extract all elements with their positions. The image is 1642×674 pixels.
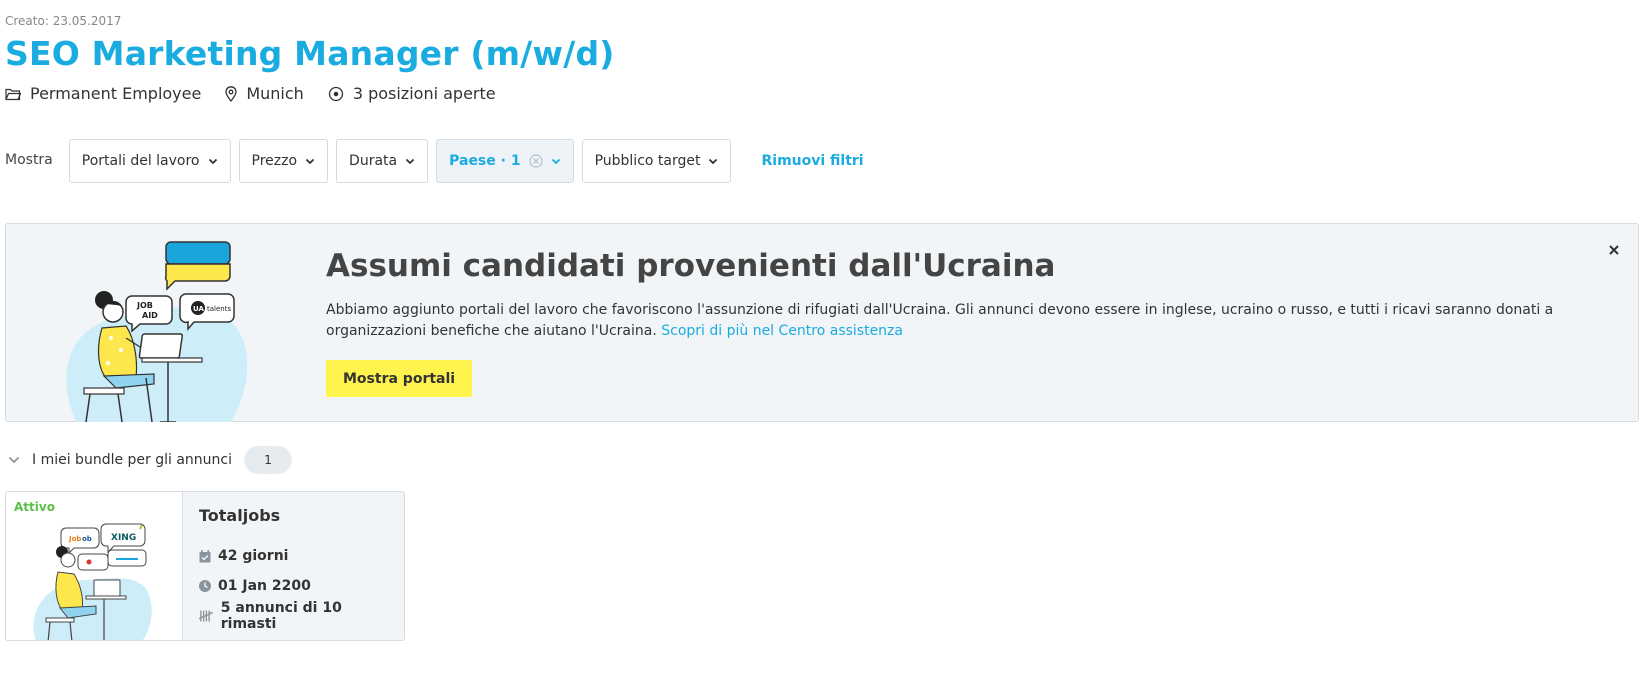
chevron-down-icon bbox=[551, 158, 560, 164]
filter-duration[interactable]: Durata bbox=[336, 139, 429, 183]
show-portals-button[interactable]: Mostra portali bbox=[326, 360, 473, 397]
target-icon bbox=[328, 86, 343, 101]
bubble-job-aid-text: JOB bbox=[136, 301, 153, 310]
filter-target-audience[interactable]: Pubblico target bbox=[581, 139, 732, 183]
svg-text:AID: AID bbox=[142, 311, 158, 320]
bundle-duration-label: 42 giorni bbox=[218, 548, 289, 564]
svg-text:Job: Job bbox=[68, 535, 81, 543]
filters-label: Mostra bbox=[5, 152, 53, 168]
bundle-duration: 42 giorni bbox=[199, 541, 388, 571]
open-positions: 3 posizioni aperte bbox=[328, 84, 496, 103]
bundle-ads: 5 annunci di 10 rimasti bbox=[199, 600, 388, 632]
bubble-talents-text: talents bbox=[207, 305, 231, 313]
chevron-down-icon bbox=[305, 158, 315, 164]
bundles-title: I miei bundle per gli annunci bbox=[32, 452, 233, 468]
bundle-illustration: Job ob XING bbox=[33, 523, 152, 640]
job-location: Munich bbox=[225, 84, 304, 103]
chevron-down-icon bbox=[208, 158, 217, 164]
clock-icon bbox=[199, 580, 211, 592]
filter-duration-label: Durata bbox=[349, 153, 398, 169]
remove-filters-link[interactable]: Rimuovi filtri bbox=[761, 153, 863, 169]
bubble-ua-text: UA bbox=[193, 305, 204, 313]
employment-type-label: Permanent Employee bbox=[30, 84, 202, 103]
filter-country-label: Paese · 1 bbox=[449, 153, 521, 169]
bundle-card-body: Totaljobs 42 giorni 01 Jan 2200 5 annunc… bbox=[183, 492, 404, 640]
filter-job-portals-label: Portali del lavoro bbox=[81, 153, 200, 169]
bundle-card[interactable]: Attivo Job ob XING Totaljobs 42 giorni 0… bbox=[5, 491, 405, 641]
ukraine-banner: JOB AID UA talents Assumi candidati prov… bbox=[5, 223, 1639, 422]
filter-target-audience-label: Pubblico target bbox=[594, 153, 701, 169]
bundles-header: I miei bundle per gli annunci 1 bbox=[8, 446, 293, 474]
filter-country[interactable]: Paese · 1 bbox=[436, 139, 574, 183]
map-pin-icon bbox=[225, 85, 237, 102]
help-center-link[interactable]: Scopri di più nel Centro assistenza bbox=[661, 323, 903, 339]
bundle-expiry: 01 Jan 2200 bbox=[199, 571, 388, 601]
positions-label: 3 posizioni aperte bbox=[352, 84, 496, 103]
ukraine-illustration: JOB AID UA talents bbox=[66, 241, 248, 422]
tally-icon bbox=[199, 610, 214, 622]
calendar-icon bbox=[199, 549, 211, 562]
page-title: SEO Marketing Manager (m/w/d) bbox=[5, 34, 615, 73]
clear-filter-icon[interactable] bbox=[528, 154, 543, 168]
location-label: Munich bbox=[246, 84, 304, 103]
bundle-expiry-label: 01 Jan 2200 bbox=[218, 578, 311, 594]
chevron-down-icon bbox=[709, 158, 718, 164]
xing-logo-text: XING bbox=[111, 533, 136, 543]
svg-text:ob: ob bbox=[82, 535, 92, 543]
filter-price[interactable]: Prezzo bbox=[238, 139, 329, 183]
bundle-ads-label: 5 annunci di 10 rimasti bbox=[220, 600, 342, 632]
bundle-card-image: Attivo Job ob XING bbox=[6, 492, 183, 640]
banner-title: Assumi candidati provenienti dall'Ucrain… bbox=[326, 248, 1056, 284]
job-meta: Permanent Employee Munich 3 posizioni ap… bbox=[5, 84, 520, 103]
banner-description: Abbiamo aggiunto portali del lavoro che … bbox=[326, 302, 1554, 339]
filter-job-portals[interactable]: Portali del lavoro bbox=[68, 139, 231, 183]
created-date: Creato: 23.05.2017 bbox=[5, 14, 122, 28]
filter-price-label: Prezzo bbox=[251, 153, 298, 169]
folder-icon bbox=[5, 88, 21, 100]
chevron-down-icon bbox=[405, 158, 415, 164]
banner-text: Abbiamo aggiunto portali del lavoro che … bbox=[326, 300, 1616, 342]
bundle-name: Totaljobs bbox=[199, 506, 281, 525]
bundles-count-badge: 1 bbox=[244, 446, 293, 474]
chevron-down-icon[interactable] bbox=[8, 456, 20, 464]
filter-bar: Mostra Portali del lavoro Prezzo Durata … bbox=[5, 139, 864, 183]
employment-type: Permanent Employee bbox=[5, 84, 201, 103]
close-icon[interactable] bbox=[1608, 244, 1620, 256]
